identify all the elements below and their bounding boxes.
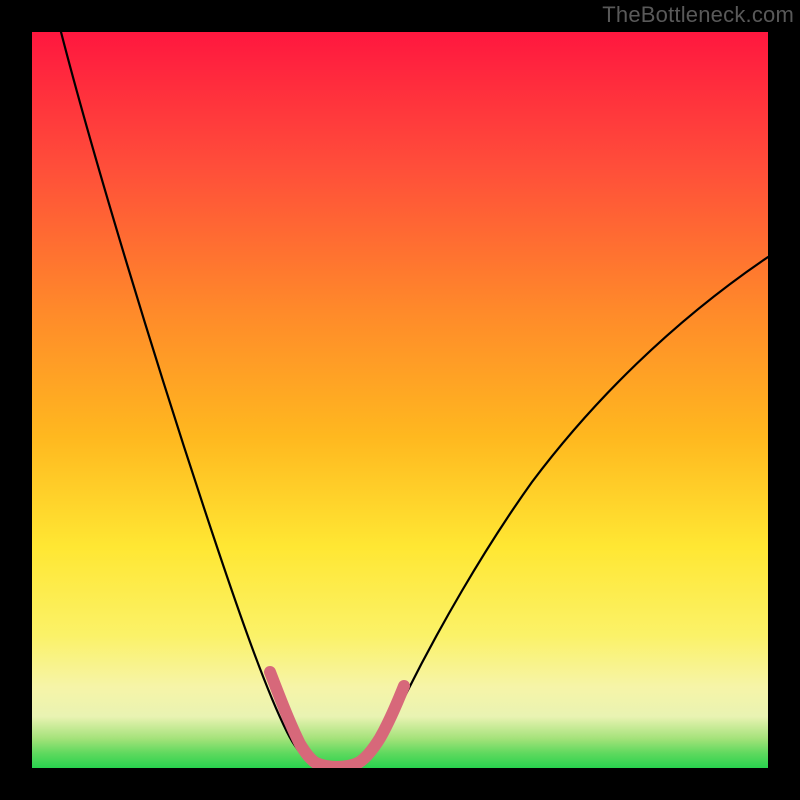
gradient-background <box>32 32 768 768</box>
chart-frame: TheBottleneck.com <box>0 0 800 800</box>
plot-area <box>32 32 768 768</box>
marker-bottom <box>316 763 358 767</box>
chart-svg <box>32 32 768 768</box>
watermark-text: TheBottleneck.com <box>602 2 794 28</box>
